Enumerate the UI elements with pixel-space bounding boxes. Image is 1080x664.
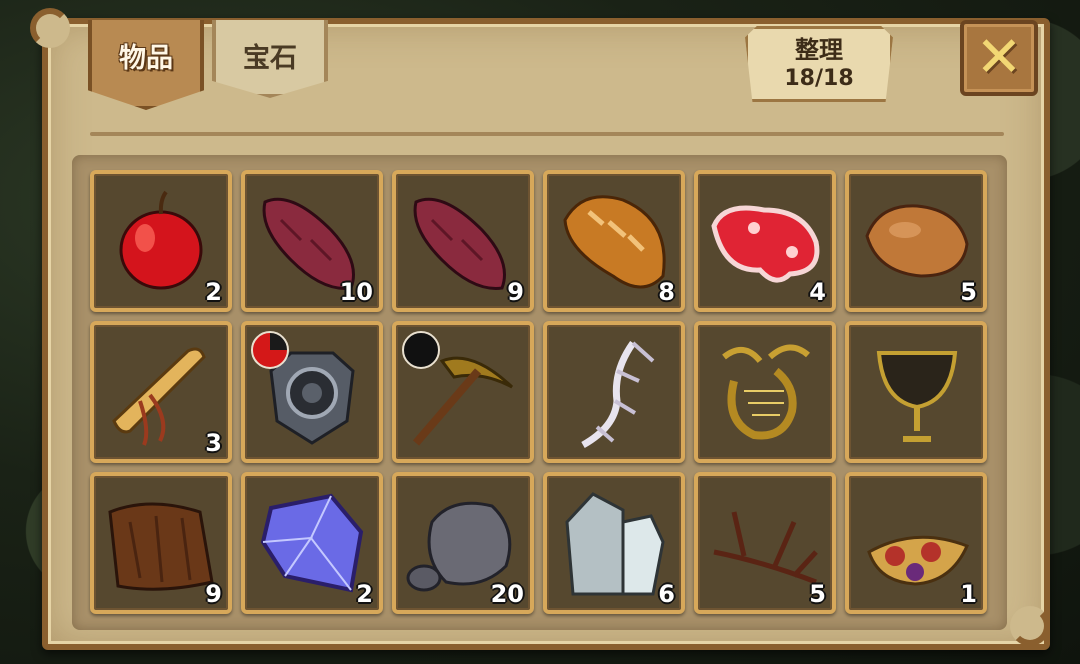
inventory-slot[interactable] <box>694 321 836 463</box>
item-count: 1 <box>960 580 977 608</box>
frame-corner-ornament <box>30 8 70 48</box>
item-count: 4 <box>809 278 826 306</box>
apple-icon <box>119 190 203 290</box>
item-count: 9 <box>507 278 524 306</box>
branch-icon <box>713 511 818 585</box>
cooldown-indicator-icon <box>251 331 289 369</box>
inventory-slot[interactable]: 9 <box>90 472 232 614</box>
inventory-slot[interactable]: 3 <box>90 321 232 463</box>
cooked-meat-icon <box>865 204 969 278</box>
item-count: 8 <box>658 278 675 306</box>
quartz-icon <box>565 492 665 596</box>
inventory-slot[interactable]: 10 <box>241 170 383 312</box>
raw-meat-icon <box>711 205 820 283</box>
inventory-slot[interactable] <box>241 321 383 463</box>
item-count: 2 <box>356 580 373 608</box>
bark-icon <box>108 502 214 591</box>
inventory-slot[interactable] <box>543 321 685 463</box>
inventory-slot[interactable] <box>845 321 987 463</box>
inventory-slot[interactable]: 20 <box>392 472 534 614</box>
item-count: 20 <box>490 580 524 608</box>
bread-icon <box>563 195 666 289</box>
tab-items-label: 物品 <box>119 43 173 74</box>
cooldown-indicator-icon <box>402 331 440 369</box>
scroll-icon <box>112 347 206 446</box>
inventory-slot[interactable] <box>392 321 534 463</box>
inventory-slot[interactable]: 9 <box>392 170 534 312</box>
tab-items[interactable]: 物品 <box>88 20 204 110</box>
herb-bundle-icon <box>867 535 970 586</box>
inventory-capacity: 18/18 <box>784 66 854 91</box>
header-divider <box>90 132 1004 136</box>
close-icon: ✕ <box>975 25 1023 90</box>
crystal-icon <box>260 493 364 593</box>
inventory-slot[interactable]: 4 <box>694 170 836 312</box>
bone-claw-icon <box>581 340 655 449</box>
goblet-icon <box>876 351 958 442</box>
tab-gems-label: 宝石 <box>243 43 297 74</box>
sort-button[interactable]: 整理 18/18 <box>745 26 893 102</box>
golden-harp-icon <box>722 344 810 440</box>
item-count: 6 <box>658 580 675 608</box>
inventory-slot[interactable]: 5 <box>845 170 987 312</box>
item-count: 3 <box>205 429 222 457</box>
sweet-potato-icon <box>413 197 506 290</box>
item-count: 9 <box>205 580 222 608</box>
inventory-slot[interactable]: 8 <box>543 170 685 312</box>
inventory-slot[interactable]: 5 <box>694 472 836 614</box>
item-count: 5 <box>809 580 826 608</box>
frame-corner-ornament <box>1010 606 1050 646</box>
close-button[interactable]: ✕ <box>960 20 1038 96</box>
item-count: 2 <box>205 278 222 306</box>
inventory-slot[interactable]: 6 <box>543 472 685 614</box>
inventory-slot[interactable]: 2 <box>241 472 383 614</box>
item-count: 5 <box>960 278 977 306</box>
inventory-slot[interactable]: 2 <box>90 170 232 312</box>
tab-gems[interactable]: 宝石 <box>212 20 328 98</box>
inventory-slot[interactable]: 1 <box>845 472 987 614</box>
sort-button-label: 整理 <box>795 36 843 64</box>
item-count: 10 <box>339 278 373 306</box>
